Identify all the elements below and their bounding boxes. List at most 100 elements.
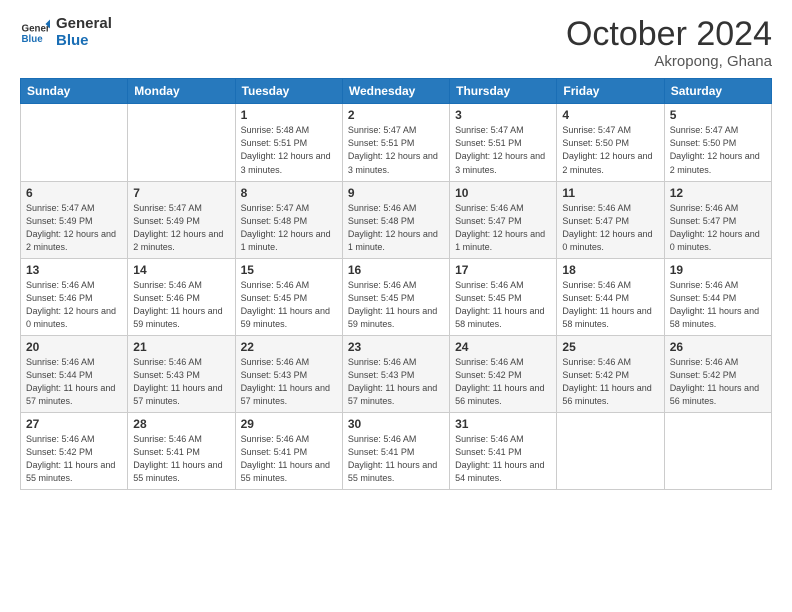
- weekday-header-wednesday: Wednesday: [342, 79, 449, 104]
- day-number: 12: [670, 186, 766, 200]
- day-info: Sunrise: 5:46 AM Sunset: 5:45 PM Dayligh…: [348, 279, 444, 331]
- page: General Blue General Blue October 2024 A…: [0, 0, 792, 612]
- month-title: October 2024: [566, 16, 772, 53]
- day-cell: [664, 413, 771, 490]
- day-info: Sunrise: 5:47 AM Sunset: 5:50 PM Dayligh…: [670, 124, 766, 176]
- day-cell: 7 Sunrise: 5:47 AM Sunset: 5:49 PM Daylig…: [128, 181, 235, 258]
- day-info: Sunrise: 5:46 AM Sunset: 5:47 PM Dayligh…: [455, 202, 551, 254]
- day-cell: 30 Sunrise: 5:46 AM Sunset: 5:41 PM Dayli…: [342, 413, 449, 490]
- day-info: Sunrise: 5:46 AM Sunset: 5:42 PM Dayligh…: [670, 356, 766, 408]
- day-cell: 28 Sunrise: 5:46 AM Sunset: 5:41 PM Dayli…: [128, 413, 235, 490]
- day-number: 27: [26, 417, 122, 431]
- day-info: Sunrise: 5:46 AM Sunset: 5:42 PM Dayligh…: [562, 356, 658, 408]
- day-cell: 22 Sunrise: 5:46 AM Sunset: 5:43 PM Dayli…: [235, 335, 342, 412]
- day-number: 26: [670, 340, 766, 354]
- day-info: Sunrise: 5:46 AM Sunset: 5:41 PM Dayligh…: [348, 433, 444, 485]
- calendar-body: 1Sunrise: 5:48 AM Sunset: 5:51 PM Daylig…: [21, 104, 772, 490]
- day-cell: 21 Sunrise: 5:46 AM Sunset: 5:43 PM Dayli…: [128, 335, 235, 412]
- title-block: October 2024 Akropong, Ghana: [566, 16, 772, 70]
- day-cell: 23Sunrise: 5:46 AM Sunset: 5:43 PM Dayli…: [342, 335, 449, 412]
- day-info: Sunrise: 5:46 AM Sunset: 5:41 PM Dayligh…: [455, 433, 551, 485]
- day-cell: 6Sunrise: 5:47 AM Sunset: 5:49 PM Daylig…: [21, 181, 128, 258]
- day-info: Sunrise: 5:47 AM Sunset: 5:50 PM Dayligh…: [562, 124, 658, 176]
- day-info: Sunrise: 5:46 AM Sunset: 5:43 PM Dayligh…: [133, 356, 229, 408]
- weekday-header-tuesday: Tuesday: [235, 79, 342, 104]
- day-cell: 20Sunrise: 5:46 AM Sunset: 5:44 PM Dayli…: [21, 335, 128, 412]
- day-number: 10: [455, 186, 551, 200]
- day-number: 8: [241, 186, 337, 200]
- day-info: Sunrise: 5:46 AM Sunset: 5:45 PM Dayligh…: [241, 279, 337, 331]
- day-number: 5: [670, 108, 766, 122]
- weekday-header-saturday: Saturday: [664, 79, 771, 104]
- day-info: Sunrise: 5:46 AM Sunset: 5:41 PM Dayligh…: [241, 433, 337, 485]
- day-info: Sunrise: 5:46 AM Sunset: 5:46 PM Dayligh…: [133, 279, 229, 331]
- logo-general: General: [56, 16, 112, 33]
- day-number: 25: [562, 340, 658, 354]
- svg-text:Blue: Blue: [22, 34, 44, 45]
- day-info: Sunrise: 5:46 AM Sunset: 5:44 PM Dayligh…: [26, 356, 122, 408]
- day-cell: 8Sunrise: 5:47 AM Sunset: 5:48 PM Daylig…: [235, 181, 342, 258]
- day-number: 30: [348, 417, 444, 431]
- day-number: 9: [348, 186, 444, 200]
- week-row-5: 27 Sunrise: 5:46 AM Sunset: 5:42 PM Dayli…: [21, 413, 772, 490]
- day-cell: [557, 413, 664, 490]
- day-info: Sunrise: 5:46 AM Sunset: 5:44 PM Dayligh…: [562, 279, 658, 331]
- day-cell: 10 Sunrise: 5:46 AM Sunset: 5:47 PM Dayli…: [450, 181, 557, 258]
- day-info: Sunrise: 5:46 AM Sunset: 5:48 PM Dayligh…: [348, 202, 444, 254]
- day-number: 2: [348, 108, 444, 122]
- day-cell: 26 Sunrise: 5:46 AM Sunset: 5:42 PM Dayli…: [664, 335, 771, 412]
- day-cell: 29 Sunrise: 5:46 AM Sunset: 5:41 PM Dayli…: [235, 413, 342, 490]
- day-cell: 18 Sunrise: 5:46 AM Sunset: 5:44 PM Dayli…: [557, 258, 664, 335]
- logo-blue: Blue: [56, 33, 112, 50]
- day-number: 3: [455, 108, 551, 122]
- day-number: 19: [670, 263, 766, 277]
- day-number: 18: [562, 263, 658, 277]
- day-info: Sunrise: 5:48 AM Sunset: 5:51 PM Dayligh…: [241, 124, 337, 176]
- day-info: Sunrise: 5:46 AM Sunset: 5:47 PM Dayligh…: [562, 202, 658, 254]
- day-number: 16: [348, 263, 444, 277]
- weekday-header-row: SundayMondayTuesdayWednesdayThursdayFrid…: [21, 79, 772, 104]
- day-number: 31: [455, 417, 551, 431]
- logo-icon: General Blue: [20, 18, 50, 48]
- day-cell: 5 Sunrise: 5:47 AM Sunset: 5:50 PM Daylig…: [664, 104, 771, 181]
- day-info: Sunrise: 5:46 AM Sunset: 5:42 PM Dayligh…: [455, 356, 551, 408]
- week-row-1: 1Sunrise: 5:48 AM Sunset: 5:51 PM Daylig…: [21, 104, 772, 181]
- day-number: 21: [133, 340, 229, 354]
- weekday-header-monday: Monday: [128, 79, 235, 104]
- week-row-2: 6 Sunrise: 5:47 AM Sunset: 5:49 PM Daylig…: [21, 181, 772, 258]
- day-cell: 24 Sunrise: 5:46 AM Sunset: 5:42 PM Dayli…: [450, 335, 557, 412]
- day-number: 17: [455, 263, 551, 277]
- day-cell: [21, 104, 128, 181]
- day-cell: 11Sunrise: 5:46 AM Sunset: 5:47 PM Dayli…: [557, 181, 664, 258]
- weekday-header-sunday: Sunday: [21, 79, 128, 104]
- day-number: 6: [26, 186, 122, 200]
- day-cell: [128, 104, 235, 181]
- day-info: Sunrise: 5:46 AM Sunset: 5:45 PM Dayligh…: [455, 279, 551, 331]
- week-row-4: 20Sunrise: 5:46 AM Sunset: 5:44 PM Dayli…: [21, 335, 772, 412]
- day-number: 4: [562, 108, 658, 122]
- week-row-3: 13 Sunrise: 5:46 AM Sunset: 5:46 PM Dayli…: [21, 258, 772, 335]
- day-cell: 3 Sunrise: 5:47 AM Sunset: 5:51 PM Daylig…: [450, 104, 557, 181]
- day-info: Sunrise: 5:46 AM Sunset: 5:43 PM Dayligh…: [241, 356, 337, 408]
- day-cell: 1Sunrise: 5:48 AM Sunset: 5:51 PM Daylig…: [235, 104, 342, 181]
- day-info: Sunrise: 5:46 AM Sunset: 5:41 PM Dayligh…: [133, 433, 229, 485]
- calendar-table: SundayMondayTuesdayWednesdayThursdayFrid…: [20, 78, 772, 490]
- day-number: 13: [26, 263, 122, 277]
- day-info: Sunrise: 5:47 AM Sunset: 5:49 PM Dayligh…: [133, 202, 229, 254]
- weekday-header-friday: Friday: [557, 79, 664, 104]
- day-number: 29: [241, 417, 337, 431]
- day-number: 24: [455, 340, 551, 354]
- day-number: 15: [241, 263, 337, 277]
- day-number: 28: [133, 417, 229, 431]
- weekday-header-thursday: Thursday: [450, 79, 557, 104]
- day-info: Sunrise: 5:46 AM Sunset: 5:42 PM Dayligh…: [26, 433, 122, 485]
- day-cell: 31 Sunrise: 5:46 AM Sunset: 5:41 PM Dayli…: [450, 413, 557, 490]
- day-cell: 17 Sunrise: 5:46 AM Sunset: 5:45 PM Dayli…: [450, 258, 557, 335]
- day-cell: 27 Sunrise: 5:46 AM Sunset: 5:42 PM Dayli…: [21, 413, 128, 490]
- day-number: 22: [241, 340, 337, 354]
- day-info: Sunrise: 5:46 AM Sunset: 5:46 PM Dayligh…: [26, 279, 122, 331]
- day-cell: 16 Sunrise: 5:46 AM Sunset: 5:45 PM Dayli…: [342, 258, 449, 335]
- day-info: Sunrise: 5:47 AM Sunset: 5:51 PM Dayligh…: [455, 124, 551, 176]
- svg-text:General: General: [22, 23, 51, 34]
- day-number: 7: [133, 186, 229, 200]
